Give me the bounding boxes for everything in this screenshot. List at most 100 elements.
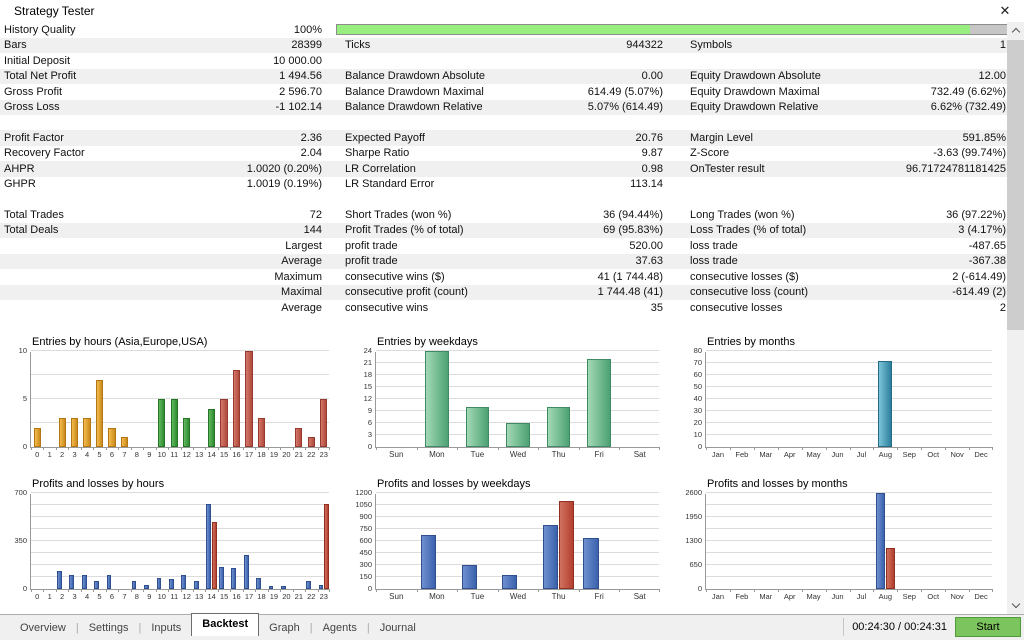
profit-bar bbox=[502, 575, 517, 589]
stat-value: 69 (95.83%) bbox=[520, 224, 663, 236]
x-axis-tick bbox=[205, 589, 206, 592]
vertical-scrollbar[interactable] bbox=[1007, 22, 1024, 614]
x-axis-tick bbox=[31, 447, 32, 450]
x-axis-label: 14 bbox=[205, 592, 217, 601]
x-axis-tick bbox=[802, 589, 803, 592]
x-axis-label: 8 bbox=[131, 450, 143, 459]
window-title: Strategy Tester bbox=[14, 4, 94, 18]
gridline bbox=[376, 374, 659, 375]
x-axis-tick bbox=[193, 589, 194, 592]
chart-entries-by-months: Entries by months01020304050607080JanFeb… bbox=[675, 331, 1008, 473]
profit-bar bbox=[132, 581, 137, 589]
scroll-down-icon[interactable] bbox=[1007, 597, 1024, 614]
stat-value: -367.38 bbox=[862, 255, 1006, 267]
stat-value: 2 596.70 bbox=[180, 86, 322, 98]
y-axis-label: 20 bbox=[676, 418, 702, 427]
x-axis-tick bbox=[730, 589, 731, 592]
stat-value: 41 (1 744.48) bbox=[520, 271, 663, 283]
profit-bar bbox=[583, 538, 598, 589]
chart-profits-losses-by-weekdays: Profits and losses by weekdays0150300450… bbox=[345, 473, 675, 615]
tab-overview[interactable]: Overview bbox=[10, 618, 76, 638]
stat-value: 100% bbox=[180, 24, 322, 36]
scrollbar-thumb[interactable] bbox=[1007, 40, 1024, 330]
stat-value: 591.85% bbox=[862, 132, 1006, 144]
profit-bar bbox=[281, 586, 286, 589]
scroll-up-icon[interactable] bbox=[1007, 22, 1024, 39]
chart-entries-by-hours: Entries by hours (Asia,Europe,USA)051001… bbox=[0, 331, 345, 473]
tab-inputs[interactable]: Inputs bbox=[141, 618, 191, 638]
gridline bbox=[706, 504, 992, 505]
x-axis-label: 18 bbox=[255, 592, 267, 601]
x-axis-tick bbox=[754, 447, 755, 450]
x-axis-label: 17 bbox=[243, 592, 255, 601]
x-axis-tick bbox=[457, 447, 458, 450]
entries-bar bbox=[158, 399, 165, 447]
x-axis-tick bbox=[56, 589, 57, 592]
x-axis-label: Wed bbox=[498, 450, 539, 459]
y-axis-label: 12 bbox=[346, 394, 372, 403]
gridline bbox=[706, 434, 992, 435]
progress-bar bbox=[336, 24, 1008, 35]
gridline bbox=[31, 398, 329, 399]
stat-row: Maximumconsecutive wins ($)41 (1 744.48)… bbox=[0, 269, 1008, 285]
gridline bbox=[706, 528, 992, 529]
gridline bbox=[376, 576, 659, 577]
profit-bar bbox=[462, 565, 477, 589]
stat-label: consecutive profit (count) bbox=[345, 286, 520, 298]
stat-label: History Quality bbox=[4, 24, 180, 36]
x-axis-tick bbox=[778, 589, 779, 592]
y-axis-label: 21 bbox=[346, 358, 372, 367]
y-axis-label: 15 bbox=[346, 382, 372, 391]
tab-backtest[interactable]: Backtest bbox=[191, 613, 259, 636]
profit-bar bbox=[256, 578, 261, 589]
tab-settings[interactable]: Settings bbox=[79, 618, 139, 638]
x-axis-label: 16 bbox=[230, 450, 242, 459]
close-icon[interactable]: ✕ bbox=[996, 2, 1014, 20]
tab-graph[interactable]: Graph bbox=[259, 618, 310, 638]
x-axis-label: 4 bbox=[81, 450, 93, 459]
y-axis-label: 18 bbox=[346, 370, 372, 379]
x-axis-label: Aug bbox=[873, 592, 897, 601]
gridline bbox=[31, 516, 329, 517]
entries-bar bbox=[308, 437, 315, 447]
x-axis-tick bbox=[376, 447, 377, 450]
entries-bar bbox=[220, 399, 227, 447]
y-axis-label: 0 bbox=[676, 584, 702, 593]
x-axis-label: Jul bbox=[850, 450, 874, 459]
x-axis-tick bbox=[826, 447, 827, 450]
profit-bar bbox=[206, 504, 211, 589]
entries-bar bbox=[121, 437, 128, 447]
gridline bbox=[706, 422, 992, 423]
stat-label: OnTester result bbox=[690, 163, 862, 175]
x-axis-label: Jun bbox=[826, 592, 850, 601]
x-axis-tick bbox=[131, 447, 132, 450]
gridline bbox=[376, 516, 659, 517]
entries-bar bbox=[233, 370, 240, 447]
stat-value: 9.87 bbox=[520, 147, 663, 159]
start-button[interactable]: Start bbox=[955, 617, 1021, 637]
status-separator bbox=[843, 618, 844, 636]
x-axis-label: Apr bbox=[778, 592, 802, 601]
x-axis-label: Dec bbox=[969, 450, 993, 459]
gridline bbox=[31, 350, 329, 351]
stat-value: 12.00 bbox=[862, 70, 1006, 82]
y-axis-label: 0 bbox=[346, 442, 372, 451]
tab-journal[interactable]: Journal bbox=[370, 618, 426, 638]
x-axis-label: Apr bbox=[778, 450, 802, 459]
stat-label: Long Trades (won %) bbox=[690, 209, 862, 221]
x-axis-label: 6 bbox=[106, 450, 118, 459]
entries-bar bbox=[245, 351, 252, 447]
loss-bar bbox=[886, 548, 895, 589]
plot-area: 0350700012345678910111213141516171819202… bbox=[30, 494, 329, 590]
x-axis-tick bbox=[31, 589, 32, 592]
x-axis-tick bbox=[81, 447, 82, 450]
tab-agents[interactable]: Agents bbox=[313, 618, 367, 638]
x-axis-tick bbox=[945, 589, 946, 592]
stat-value: 36 (97.22%) bbox=[862, 209, 1006, 221]
x-axis-tick bbox=[106, 447, 107, 450]
x-axis-tick bbox=[205, 447, 206, 450]
plot-area: 0650130019502600JanFebMarAprMayJunJulAug… bbox=[705, 494, 992, 590]
entries-bar bbox=[34, 428, 41, 447]
stat-label: LR Standard Error bbox=[345, 178, 520, 190]
entries-bar bbox=[878, 361, 892, 447]
